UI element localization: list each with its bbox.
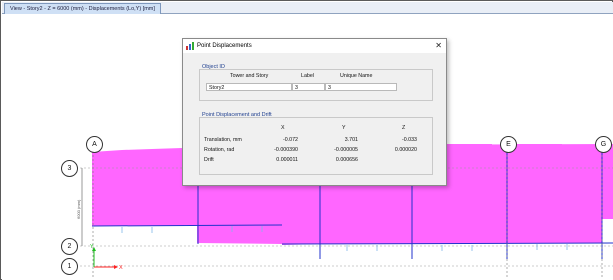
tower-story-field[interactable]: Story2 xyxy=(206,83,292,91)
grid-bubble-2[interactable]: 2 xyxy=(61,238,78,255)
dimension-label: 6000 (mm) xyxy=(76,199,81,219)
rotation-x-value: -0.000390 xyxy=(274,147,298,153)
grid-bubble-1[interactable]: 1 xyxy=(61,258,78,275)
drift-y-value: 0.000656 xyxy=(335,157,358,163)
object-id-group-label: Object ID xyxy=(202,64,225,70)
col-header-x: X xyxy=(281,125,285,131)
translation-x-value: -0.072 xyxy=(282,137,298,143)
col-header-y: Y xyxy=(342,125,346,131)
point-displacements-dialog: Point Displacements ✕ Object ID Tower an… xyxy=(182,38,447,186)
col-header-z: Z xyxy=(402,125,406,131)
dialog-title: Point Displacements xyxy=(197,43,252,49)
unique-name-field[interactable]: 3 xyxy=(325,83,397,91)
dialog-titlebar[interactable]: Point Displacements ✕ xyxy=(183,39,446,53)
close-icon[interactable]: ✕ xyxy=(435,40,442,52)
header-label: Label xyxy=(301,73,314,79)
displacement-group-label: Point Displacement and Drift xyxy=(202,112,272,118)
translation-y-value: 3.701 xyxy=(344,137,358,143)
grid-bubble-G[interactable]: G xyxy=(595,136,612,153)
drift-x-value: 0.000011 xyxy=(276,157,298,163)
label-field[interactable]: 3 xyxy=(292,83,325,91)
header-unique-name: Unique Name xyxy=(340,73,373,79)
displacement-group xyxy=(199,117,433,175)
row-label-drift: Drift xyxy=(204,157,214,163)
app-icon xyxy=(186,42,194,50)
translation-z-value: -0.033 xyxy=(401,137,417,143)
row-label-rotation: Rotation, rad xyxy=(204,147,235,153)
rotation-z-value: 0.000020 xyxy=(394,147,417,153)
slab-fill-left xyxy=(92,151,184,226)
grid-bubble-E[interactable]: E xyxy=(500,136,517,153)
row-label-translation: Translation, mm xyxy=(204,137,242,143)
slab-fill-mid xyxy=(197,184,282,225)
grid-bubble-3[interactable]: 3 xyxy=(61,160,78,177)
x-axis-label: X xyxy=(119,265,123,271)
grid-bubble-A[interactable]: A xyxy=(86,136,103,153)
header-tower-story: Tower and Story xyxy=(230,73,269,79)
view-tab[interactable]: View - Story2 - Z = 6000 (mm) - Displace… xyxy=(4,3,161,14)
view-tab-bar: View - Story2 - Z = 6000 (mm) - Displace… xyxy=(2,2,613,14)
rotation-y-value: -0.000005 xyxy=(334,147,358,153)
